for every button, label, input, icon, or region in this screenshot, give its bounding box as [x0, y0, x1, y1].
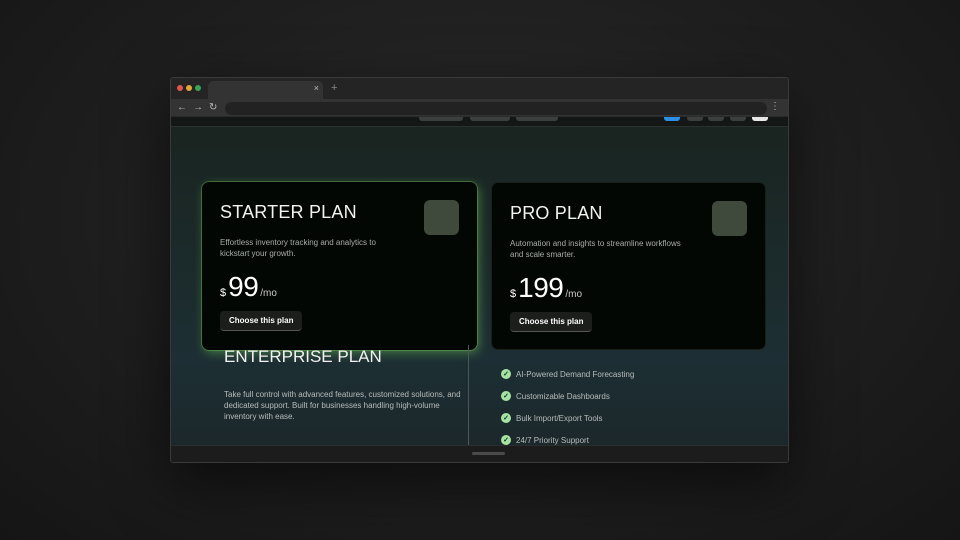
new-tab-button[interactable]: +: [331, 82, 337, 94]
enterprise-description: Take full control with advanced features…: [224, 390, 461, 421]
starter-plan-card: STARTER PLAN Effortless inventory tracki…: [202, 182, 477, 350]
plan-price: $ 99 /mo: [220, 271, 459, 303]
nav-link-2[interactable]: [470, 117, 510, 121]
price-period: /mo: [565, 289, 583, 300]
enterprise-plan-section: ENTERPRISE PLAN Take full control with a…: [224, 347, 469, 422]
url-input[interactable]: [225, 102, 767, 115]
price-amount: 199: [518, 272, 564, 303]
nav-link-3[interactable]: [516, 117, 558, 121]
feature-label: 24/7 Priority Support: [516, 435, 589, 445]
browser-window: × + ← → ↻ ⋮ STARTER PLAN Effortless inve…: [170, 77, 789, 463]
plan-icon: [424, 200, 459, 235]
pro-plan-card: PRO PLAN Automation and insights to stre…: [491, 182, 766, 350]
plan-price: $ 199 /mo: [510, 272, 747, 304]
price-currency: $: [510, 288, 517, 300]
site-header: [171, 117, 788, 127]
plan-icon: [712, 201, 747, 236]
choose-starter-plan-button[interactable]: Choose this plan: [220, 311, 303, 331]
feature-label: AI-Powered Demand Forecasting: [516, 369, 635, 379]
header-primary-button[interactable]: [664, 117, 680, 121]
maximize-window-button[interactable]: [195, 85, 201, 91]
feature-label: Customizable Dashboards: [516, 391, 610, 401]
header-icon-button-4[interactable]: [752, 117, 768, 121]
feature-label: Bulk Import/Export Tools: [516, 413, 603, 423]
price-amount: 99: [228, 271, 259, 302]
bottom-bar: [171, 445, 788, 462]
reload-icon[interactable]: ↻: [209, 101, 217, 115]
choose-pro-plan-button[interactable]: Choose this plan: [510, 312, 593, 332]
tab-close-icon[interactable]: ×: [314, 83, 319, 93]
page-viewport: STARTER PLAN Effortless inventory tracki…: [171, 117, 788, 462]
header-icon-button-1[interactable]: [687, 117, 703, 121]
check-icon: ✓: [501, 369, 511, 379]
plan-description: Effortless inventory tracking and analyt…: [220, 238, 376, 258]
scroll-handle[interactable]: [472, 452, 505, 455]
header-icon-button-2[interactable]: [708, 117, 724, 121]
minimize-window-button[interactable]: [186, 85, 192, 91]
browser-menu-icon[interactable]: ⋮: [770, 101, 780, 112]
feature-item: ✓ AI-Powered Demand Forecasting: [501, 363, 634, 385]
price-period: /mo: [260, 288, 277, 299]
back-arrow-icon[interactable]: ←: [177, 101, 187, 115]
browser-tab[interactable]: ×: [208, 81, 323, 99]
feature-item: ✓ Customizable Dashboards: [501, 385, 634, 407]
header-icon-button-3[interactable]: [730, 117, 746, 121]
section-divider: [468, 345, 469, 445]
feature-item: ✓ Bulk Import/Export Tools: [501, 407, 634, 429]
close-window-button[interactable]: [177, 85, 183, 91]
tab-bar: × +: [171, 78, 788, 99]
enterprise-feature-list: ✓ AI-Powered Demand Forecasting ✓ Custom…: [501, 363, 634, 451]
check-icon: ✓: [501, 413, 511, 423]
price-currency: $: [220, 287, 227, 299]
nav-link-1[interactable]: [419, 117, 463, 121]
enterprise-title: ENTERPRISE PLAN: [224, 347, 382, 366]
check-icon: ✓: [501, 391, 511, 401]
plan-description: Automation and insights to streamline wo…: [510, 239, 681, 259]
forward-arrow-icon[interactable]: →: [193, 101, 203, 115]
check-icon: ✓: [501, 435, 511, 445]
address-bar: ← → ↻ ⋮: [171, 99, 788, 117]
